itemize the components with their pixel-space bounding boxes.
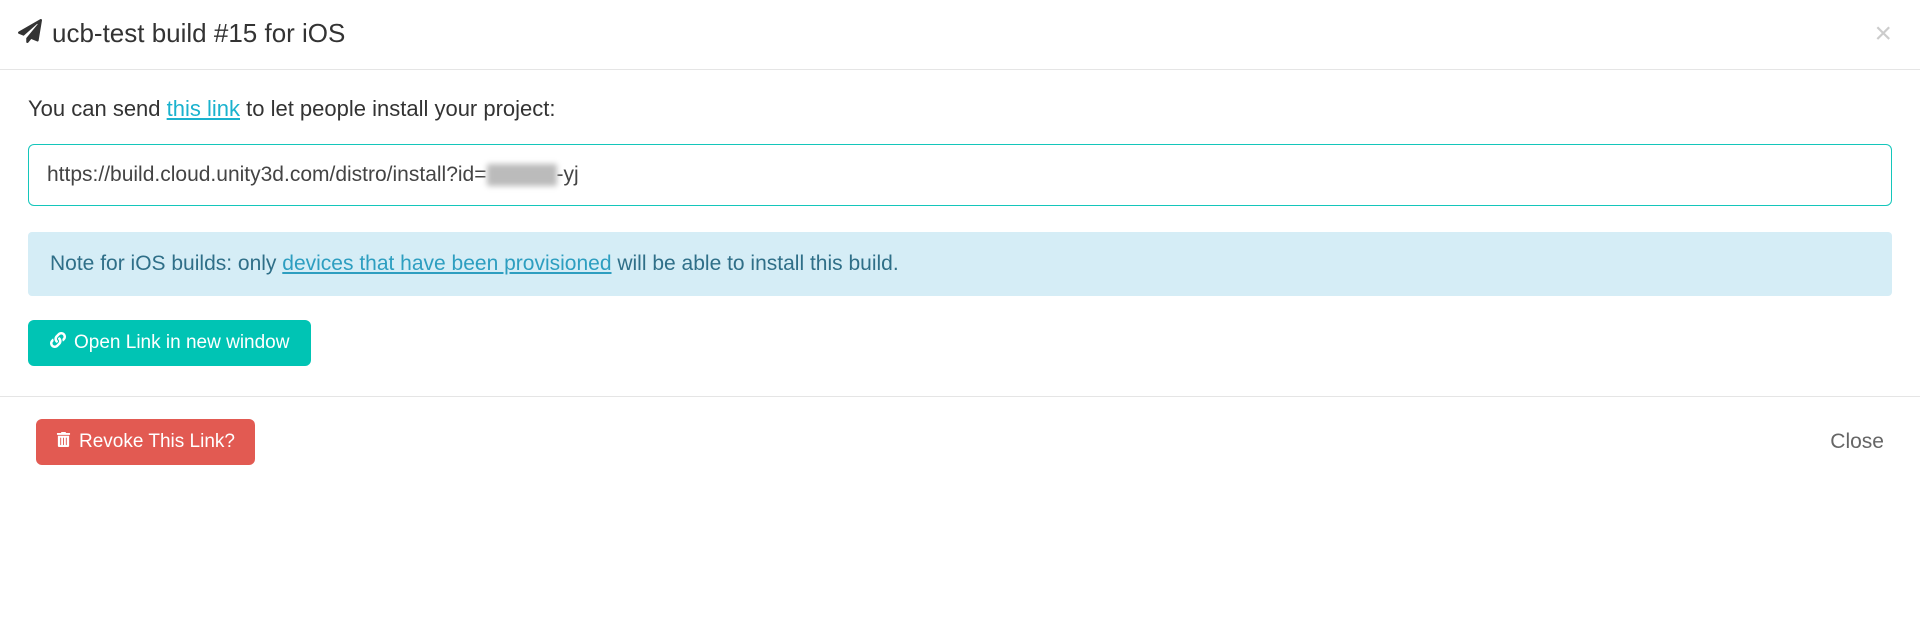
intro-text: You can send this link to let people ins… [28, 96, 1892, 122]
open-link-button[interactable]: Open Link in new window [28, 320, 311, 366]
paper-plane-icon [18, 19, 42, 49]
revoke-button[interactable]: Revoke This Link? [36, 419, 255, 465]
modal-body: You can send this link to let people ins… [0, 70, 1920, 396]
note-prefix: Note for iOS builds: only [50, 252, 282, 275]
url-prefix: https://build.cloud.unity3d.com/distro/i… [47, 163, 487, 187]
intro-before: You can send [28, 96, 167, 121]
ios-note-box: Note for iOS builds: only devices that h… [28, 232, 1892, 296]
note-suffix: will be able to install this build. [612, 252, 899, 275]
provisioned-devices-link[interactable]: devices that have been provisioned [282, 252, 611, 275]
revoke-label: Revoke This Link? [79, 431, 235, 453]
intro-after: to let people install your project: [240, 96, 556, 121]
modal-title: ucb-test build #15 for iOS [52, 18, 345, 49]
this-link[interactable]: this link [167, 96, 240, 121]
modal-footer: Revoke This Link? Close [0, 396, 1920, 487]
link-icon [50, 332, 66, 354]
trash-icon [56, 431, 71, 453]
close-button[interactable]: Close [1830, 430, 1884, 454]
modal-header: ucb-test build #15 for iOS × [0, 0, 1920, 70]
close-icon[interactable]: × [1874, 19, 1892, 49]
share-url-input[interactable]: https://build.cloud.unity3d.com/distro/i… [28, 144, 1892, 206]
url-suffix: -yj [557, 163, 579, 187]
url-redacted [487, 164, 557, 186]
open-link-label: Open Link in new window [74, 332, 289, 354]
